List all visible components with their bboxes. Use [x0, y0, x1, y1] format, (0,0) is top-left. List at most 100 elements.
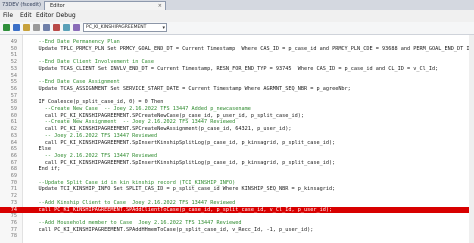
- line-number: 49: [10, 39, 17, 45]
- line-number: 70: [10, 179, 17, 186]
- code-line[interactable]: 63 -- Joey 2.16.2022 TFS 13447 Reviewed: [0, 133, 474, 139]
- line-number: 69: [10, 173, 17, 179]
- code-line[interactable]: 68 End if;: [0, 166, 474, 172]
- line-number: 58: [10, 99, 17, 106]
- code-line[interactable]: 60 call PC_KI_KINSHIPAGREEMENT.SPCreateN…: [0, 113, 474, 119]
- code-comment: -- Joey 2.16.2022 TFS 13447 Reviewed: [26, 132, 158, 139]
- line-number: 53: [10, 65, 17, 72]
- code-comment: -- Joey 2.16.2022 TFS 13447 Reviewed: [26, 152, 158, 159]
- code-comment: --End Date Client Involvement in Case: [26, 59, 155, 66]
- code-comment: --Add Kinship Client to Case Joey 2.16.2…: [26, 199, 236, 206]
- code-line[interactable]: 57: [0, 93, 474, 99]
- code-line[interactable]: 52 --End Date Client Involvement in Case: [0, 59, 474, 65]
- line-number: 51: [10, 52, 17, 59]
- line-number: 73: [10, 199, 17, 206]
- code-line[interactable]: 71 Update TCI_KINSHIP_INFO Set SPLIT_CAS…: [0, 186, 474, 192]
- code-line[interactable]: 73 --Add Kinship Client to Case Joey 2.1…: [0, 200, 474, 206]
- code-line[interactable]: 55 --End Date Case Assignment: [0, 79, 474, 85]
- code-line[interactable]: 56 Update TCAS_ASSIGNMENT Set SERVICE_ST…: [0, 86, 474, 92]
- code-text: Else: [26, 146, 51, 153]
- code-text: IF Coalesce(p_split_case_id, 0) = 0 Then: [26, 99, 164, 106]
- menu-file[interactable]: File: [3, 10, 13, 22]
- debug-icon[interactable]: [43, 24, 50, 31]
- code-line[interactable]: 64 call PC_KI_KINSHIPAGREEMENT.SpInsertK…: [0, 140, 474, 146]
- line-number: 67: [10, 159, 17, 166]
- format-icon[interactable]: [63, 24, 70, 31]
- code-editor[interactable]: 49 --End Date Permanency Plan 50 Update T…: [0, 35, 474, 243]
- menu-edit[interactable]: Edit: [20, 10, 32, 22]
- line-number: 71: [10, 186, 17, 193]
- code-line[interactable]: 53 Update TCAS_CLIENT Set INVLV_END_DT =…: [0, 66, 474, 72]
- code-comment: --Add Household member to Case Joey 2.16…: [26, 219, 242, 226]
- line-number: 65: [10, 146, 17, 153]
- code-text: call PC_KI_KINSHIPAGREEMENT.SPAddClientT…: [26, 206, 333, 213]
- code-line[interactable]: 54: [0, 73, 474, 79]
- line-number: 55: [10, 79, 17, 86]
- options-icon[interactable]: [73, 24, 80, 31]
- chevron-down-icon[interactable]: ▾: [162, 24, 165, 31]
- code-line[interactable]: 75: [0, 213, 474, 219]
- line-number: 56: [10, 85, 17, 92]
- code-line[interactable]: 69: [0, 173, 474, 179]
- code-comment: --Create New Case -- Joey 2.16.2022 TFS …: [26, 106, 251, 112]
- line-number: 60: [10, 112, 17, 119]
- code-text: call PC_KI_KINSHIPAGREEMENT.SpInsertKins…: [26, 139, 336, 146]
- code-text: call PC_KI_KINSHIPAGREEMENT.SPCreateNewA…: [26, 126, 292, 133]
- code-line-highlighted[interactable]: 74 call PC_KI_KINSHIPAGREEMENT.SPAddClie…: [0, 206, 474, 213]
- line-number: 68: [10, 166, 17, 173]
- object-selector-value: PC_KI_KINSHIPAGREEMENT: [86, 25, 147, 30]
- code-line[interactable]: 50 Update TPLC_PRMCY_PLN Set PRMCY_GOAL_…: [0, 46, 474, 52]
- line-number: 77: [10, 226, 17, 233]
- code-line[interactable]: 70 --Update Split Case id in kin kinship…: [0, 180, 474, 186]
- code-text: call PC_KI_KINSHIPAGREEMENT.SPCreateNewC…: [26, 112, 304, 119]
- line-number: 59: [10, 106, 17, 112]
- code-line[interactable]: 72: [0, 193, 474, 199]
- line-number: 62: [10, 126, 17, 133]
- code-comment: --End Date Case Assignment: [26, 79, 120, 86]
- code-comment: --End Date Permanency Plan: [26, 39, 120, 45]
- object-selector[interactable]: PC_KI_KINSHIPAGREEMENT ▾: [83, 23, 167, 32]
- code-line[interactable]: 65 Else: [0, 146, 474, 152]
- code-line[interactable]: 58 IF Coalesce(p_split_case_id, 0) = 0 T…: [0, 99, 474, 105]
- code-line[interactable]: 66 -- Joey 2.16.2022 TFS 13447 Reviewed: [0, 153, 474, 159]
- code-line[interactable]: 49 --End Date Permanency Plan: [0, 39, 474, 45]
- connection-title: 73DEV (fscedit): [2, 2, 41, 8]
- code-line[interactable]: 59 --Create New Case -- Joey 2.16.2022 T…: [0, 106, 474, 112]
- code-line[interactable]: 78: [0, 233, 474, 239]
- code-comment: --Create New Assignment -- Joey 2.16.202…: [26, 119, 236, 126]
- code-text: End if;: [26, 166, 61, 173]
- code-text: call PC_KI_KINSHIPAGREEMENT.SPAddHHmemTo…: [26, 226, 314, 233]
- line-number: 61: [10, 119, 17, 126]
- code-text: Update TCAS_CLIENT Set INVLV_END_DT = Cu…: [26, 65, 439, 72]
- run-icon[interactable]: [3, 24, 10, 31]
- line-number: 75: [10, 213, 17, 220]
- menu-editor[interactable]: Editor: [36, 10, 54, 22]
- toolbar: PC_KI_KINSHIPAGREEMENT ▾: [0, 22, 474, 35]
- code-text: call PC_KI_KINSHIPAGREEMENT.SpInsertKins…: [26, 159, 336, 166]
- line-number: 72: [10, 193, 17, 200]
- code-line[interactable]: 77 call PC_KI_KINSHIPAGREEMENT.SPAddHHme…: [0, 227, 474, 233]
- save-icon[interactable]: [23, 24, 30, 31]
- code-line[interactable]: 67 call PC_KI_KINSHIPAGREEMENT.SpInsertK…: [0, 160, 474, 166]
- code-text: Update TCAS_ASSIGNMENT Set SERVICE_START…: [26, 85, 351, 92]
- line-number: 66: [10, 152, 17, 159]
- code-line[interactable]: 61 --Create New Assignment -- Joey 2.16.…: [0, 119, 474, 125]
- code-text: Update TCI_KINSHIP_INFO Set SPLIT_CAS_ID…: [26, 186, 336, 193]
- code-line[interactable]: 62 call PC_KI_KINSHIPAGREEMENT.SPCreateN…: [0, 126, 474, 132]
- code-text: Update TPLC_PRMCY_PLN Set PRMCY_GOAL_END…: [26, 45, 474, 52]
- line-number: 64: [10, 139, 17, 146]
- line-number: 52: [10, 59, 17, 66]
- compile-icon[interactable]: [13, 24, 20, 31]
- code-comment: --Update Split Case id in kin kinship re…: [26, 179, 236, 186]
- code-line[interactable]: 51: [0, 52, 474, 58]
- find-icon[interactable]: [33, 24, 40, 31]
- editor-tab[interactable]: Editor PC_KI_KINSHIPAGREEMENT.SPCREATENE…: [44, 1, 169, 18]
- line-number: 54: [10, 72, 17, 79]
- menu-debug[interactable]: Debug: [56, 10, 76, 22]
- line-number: 76: [10, 219, 17, 226]
- stop-icon[interactable]: [53, 24, 60, 31]
- code-line[interactable]: 76 --Add Household member to Case Joey 2…: [0, 220, 474, 226]
- line-number: 63: [10, 132, 17, 139]
- vertical-scrollbar[interactable]: [469, 35, 474, 243]
- line-number: 74: [0, 206, 17, 213]
